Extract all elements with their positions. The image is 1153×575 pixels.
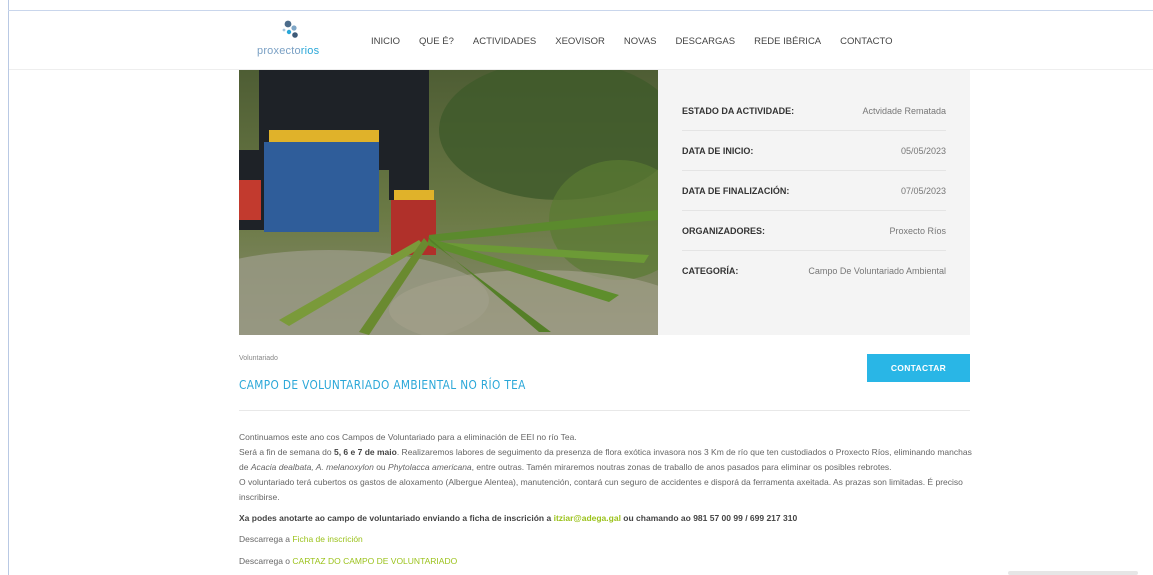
info-value: 07/05/2023 xyxy=(900,185,946,196)
info-row-end-date: DATA DE FINALIZACIÓN: 07/05/2023 xyxy=(682,171,946,211)
site-logo[interactable]: proxectorios xyxy=(257,19,327,63)
info-value: Proxecto Ríos xyxy=(889,225,946,236)
nav-item-xeovisor[interactable]: XEOVISOR xyxy=(555,36,605,47)
paragraph: O voluntariado terá cubertos os gastos d… xyxy=(239,477,963,502)
info-value: Actvidade Rematada xyxy=(862,105,946,116)
nav-item-contacto[interactable]: CONTACTO xyxy=(840,36,892,47)
event-description: Continuamos este ano cos Campos de Volun… xyxy=(239,430,974,505)
info-row-category: CATEGORÍA: Campo De Voluntariado Ambient… xyxy=(682,251,946,291)
download-poster-line: Descarrega o CARTAZ DO CAMPO DE VOLUNTAR… xyxy=(239,556,458,566)
info-label: CATEGORÍA: xyxy=(682,266,739,276)
nav-item-que-e[interactable]: QUE É? xyxy=(419,36,454,47)
event-category-tag[interactable]: Voluntariado xyxy=(239,355,278,362)
contact-button[interactable]: CONTACTAR xyxy=(867,354,970,382)
nav-item-descargas[interactable]: DESCARGAS xyxy=(675,36,735,47)
info-label: DATA DE FINALIZACIÓN: xyxy=(682,185,790,196)
nav-item-rede-iberica[interactable]: REDE IBÉRICA xyxy=(754,36,821,47)
event-photo xyxy=(239,70,658,335)
window-border xyxy=(8,0,9,575)
nav-item-actividades[interactable]: ACTIVIDADES xyxy=(473,36,536,47)
download-form-line: Descarrega a Ficha de inscrición xyxy=(239,534,363,544)
main-nav: INICIO QUE É? ACTIVIDADES XEOVISOR NOVAS… xyxy=(371,36,912,47)
email-link[interactable]: itziar@adega.gal xyxy=(554,513,621,523)
info-value: Campo De Voluntariado Ambiental xyxy=(808,266,946,276)
activity-info-panel: ESTADO DA ACTIVIDADE: Actvidade Rematada… xyxy=(658,70,970,335)
info-row-start-date: DATA DE INICIO: 05/05/2023 xyxy=(682,131,946,171)
poster-download-link[interactable]: CARTAZ DO CAMPO DE VOLUNTARIADO xyxy=(292,556,457,566)
nav-item-novas[interactable]: NOVAS xyxy=(624,36,657,47)
info-label: DATA DE INICIO: xyxy=(682,145,754,156)
info-value: 05/05/2023 xyxy=(900,145,946,156)
info-label: ORGANIZADORES: xyxy=(682,225,765,236)
event-title: CAMPO DE VOLUNTARIADO AMBIENTAL NO RÍO T… xyxy=(239,378,526,392)
paragraph: Continuamos este ano cos Campos de Volun… xyxy=(239,432,577,442)
horizontal-scrollbar[interactable] xyxy=(1008,571,1138,575)
info-row-organizers: ORGANIZADORES: Proxecto Ríos xyxy=(682,211,946,251)
logo-text: proxectorios xyxy=(257,45,320,57)
site-header: proxectorios INICIO QUE É? ACTIVIDADES X… xyxy=(9,11,1153,70)
info-label: ESTADO DA ACTIVIDADE: xyxy=(682,105,795,116)
divider xyxy=(239,410,970,411)
paragraph: Será a fin de semana do 5, 6 e 7 de maio… xyxy=(239,447,972,472)
logo-dots-icon xyxy=(282,20,298,38)
signup-line: Xa podes anotarte ao campo de voluntaria… xyxy=(239,513,798,523)
form-download-link[interactable]: Ficha de inscrición xyxy=(292,534,362,544)
nav-item-inicio[interactable]: INICIO xyxy=(371,36,400,47)
info-row-status: ESTADO DA ACTIVIDADE: Actvidade Rematada xyxy=(682,91,946,131)
